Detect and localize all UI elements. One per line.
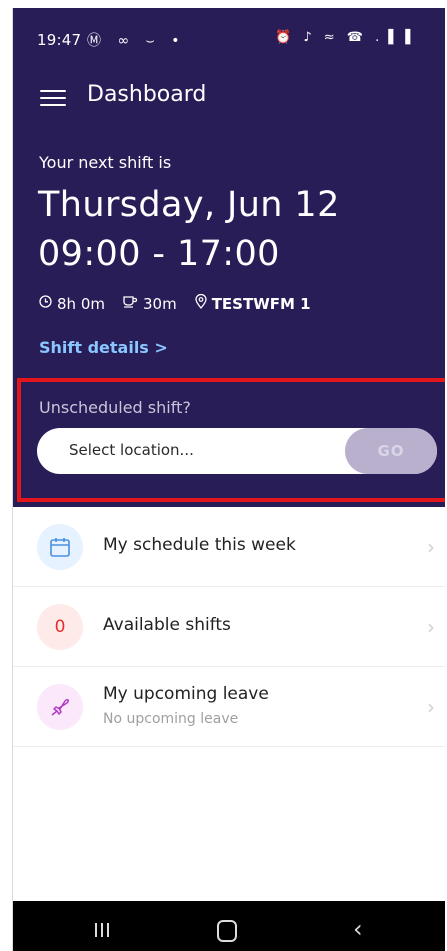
- chevron-right-icon: ›: [427, 615, 435, 639]
- highlight-box: [17, 378, 445, 502]
- list-item-upcoming-leave[interactable]: My upcoming leave No upcoming leave ›: [13, 667, 445, 747]
- status-bar: 19:47 Ⓜ ∞ ⌣ • ⏰ ♪ ≈ ☎ .▐ ▌: [13, 8, 445, 60]
- chevron-right-icon: ›: [427, 535, 435, 559]
- page-title: Dashboard: [87, 82, 207, 107]
- chevron-right-icon: ›: [427, 695, 435, 719]
- duration-text: 8h 0m: [57, 294, 105, 313]
- list-item-title: My schedule this week: [103, 535, 296, 555]
- list-item-available-shifts[interactable]: 0 Available shifts ›: [13, 587, 445, 667]
- hamburger-icon[interactable]: [40, 88, 66, 108]
- recent-apps-icon[interactable]: [95, 923, 111, 937]
- available-count: 0: [54, 617, 66, 637]
- clock-icon: [39, 295, 52, 312]
- next-shift-time: 09:00 - 17:00: [38, 234, 280, 274]
- next-shift-date: Thursday, Jun 12: [38, 185, 340, 225]
- location-text: TESTWFM 1: [211, 294, 311, 313]
- next-shift-label: Your next shift is: [39, 153, 172, 172]
- dashboard-list: My schedule this week › 0 Available shif…: [13, 507, 445, 747]
- system-status-icons: ⏰ ♪ ≈ ☎ .▐ ▌: [275, 30, 420, 45]
- home-icon[interactable]: [217, 920, 237, 942]
- phone-screen: 19:47 Ⓜ ∞ ⌣ • ⏰ ♪ ≈ ☎ .▐ ▌ Dashboard You…: [12, 8, 445, 951]
- count-badge: 0: [37, 604, 83, 650]
- list-item-subtitle: No upcoming leave: [103, 711, 239, 727]
- coffee-icon: [123, 295, 138, 312]
- list-item-title: Available shifts: [103, 615, 231, 635]
- location: TESTWFM 1: [195, 293, 311, 313]
- shift-details-link[interactable]: Shift details >: [39, 338, 168, 357]
- list-item-title: My upcoming leave: [103, 684, 269, 704]
- status-time: 19:47: [37, 31, 82, 49]
- plane-icon: [37, 684, 83, 730]
- calendar-icon: [37, 524, 83, 570]
- notification-icons: Ⓜ ∞ ⌣ •: [87, 33, 186, 49]
- list-item-schedule[interactable]: My schedule this week ›: [13, 507, 445, 587]
- location-pin-icon: [195, 293, 207, 313]
- break-text: 30m: [142, 294, 177, 313]
- shift-meta: 8h 0m 30m TESTWFM 1: [39, 293, 329, 313]
- break: 30m: [123, 295, 177, 313]
- system-nav-bar: ‹: [13, 901, 445, 951]
- back-icon[interactable]: ‹: [353, 915, 363, 943]
- duration: 8h 0m: [39, 295, 105, 313]
